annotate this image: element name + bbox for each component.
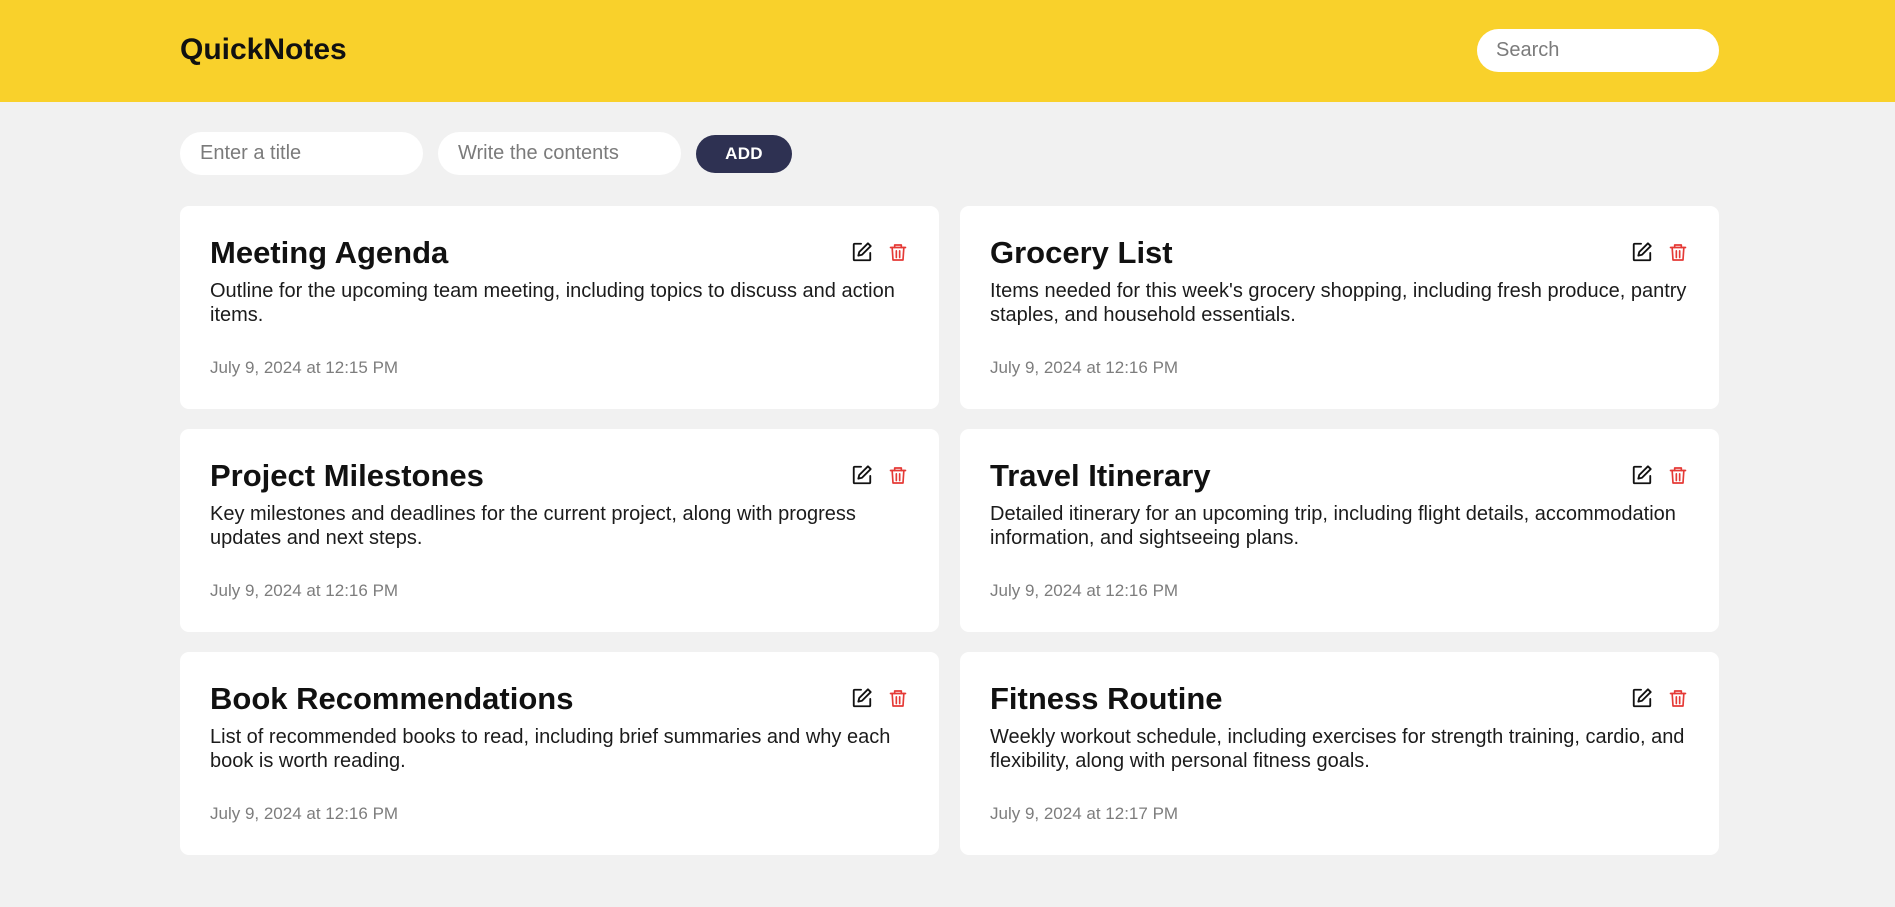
note-card: Project Milestones Key milestones and de… bbox=[180, 429, 939, 632]
note-timestamp: July 9, 2024 at 12:15 PM bbox=[210, 358, 399, 377]
note-title-input[interactable] bbox=[180, 132, 423, 175]
note-card: Travel Itinerary Detailed itinerary for … bbox=[960, 429, 1719, 632]
note-title: Fitness Routine bbox=[990, 681, 1223, 716]
note-card: Fitness Routine Weekly workout schedule,… bbox=[960, 652, 1719, 855]
note-title: Grocery List bbox=[990, 235, 1173, 270]
trash-icon[interactable] bbox=[1667, 240, 1689, 264]
note-card: Grocery List Items needed for this week'… bbox=[960, 206, 1719, 409]
note-actions bbox=[1631, 240, 1689, 264]
app-header: QuickNotes bbox=[0, 0, 1895, 102]
trash-icon[interactable] bbox=[887, 686, 909, 710]
note-title: Book Recommendations bbox=[210, 681, 574, 716]
trash-icon[interactable] bbox=[1667, 463, 1689, 487]
search-input[interactable] bbox=[1477, 29, 1719, 72]
note-actions bbox=[851, 686, 909, 710]
note-actions bbox=[851, 463, 909, 487]
edit-icon[interactable] bbox=[1631, 463, 1653, 487]
edit-icon[interactable] bbox=[851, 463, 873, 487]
note-body: Outline for the upcoming team meeting, i… bbox=[210, 280, 895, 327]
trash-icon[interactable] bbox=[887, 240, 909, 264]
edit-icon[interactable] bbox=[1631, 240, 1653, 264]
note-title: Travel Itinerary bbox=[990, 458, 1211, 493]
app-brand: QuickNotes bbox=[180, 33, 347, 66]
note-actions bbox=[1631, 686, 1689, 710]
note-body: List of recommended books to read, inclu… bbox=[210, 726, 891, 773]
note-card: Book Recommendations List of recommended… bbox=[180, 652, 939, 855]
note-card: Meeting Agenda Outline for the upcoming … bbox=[180, 206, 939, 409]
add-note-button[interactable]: ADD bbox=[696, 134, 792, 173]
note-title: Meeting Agenda bbox=[210, 235, 449, 270]
note-body: Weekly workout schedule, including exerc… bbox=[990, 726, 1685, 773]
note-actions bbox=[1631, 463, 1689, 487]
edit-icon[interactable] bbox=[1631, 686, 1653, 710]
note-timestamp: July 9, 2024 at 12:16 PM bbox=[990, 581, 1179, 600]
trash-icon[interactable] bbox=[1667, 686, 1689, 710]
note-timestamp: July 9, 2024 at 12:17 PM bbox=[990, 804, 1179, 823]
note-timestamp: July 9, 2024 at 12:16 PM bbox=[210, 804, 399, 823]
note-body: Items needed for this week's grocery sho… bbox=[990, 280, 1687, 327]
edit-icon[interactable] bbox=[851, 240, 873, 264]
edit-icon[interactable] bbox=[851, 686, 873, 710]
note-contents-input[interactable] bbox=[438, 132, 681, 175]
note-actions bbox=[851, 240, 909, 264]
note-body: Key milestones and deadlines for the cur… bbox=[210, 503, 856, 550]
note-timestamp: July 9, 2024 at 12:16 PM bbox=[990, 358, 1179, 377]
note-body: Detailed itinerary for an upcoming trip,… bbox=[990, 503, 1676, 550]
note-composer: ADD bbox=[180, 132, 792, 175]
notes-grid: Meeting Agenda Outline for the upcoming … bbox=[180, 206, 1719, 855]
trash-icon[interactable] bbox=[887, 463, 909, 487]
note-timestamp: July 9, 2024 at 12:16 PM bbox=[210, 581, 399, 600]
note-title: Project Milestones bbox=[210, 458, 484, 493]
